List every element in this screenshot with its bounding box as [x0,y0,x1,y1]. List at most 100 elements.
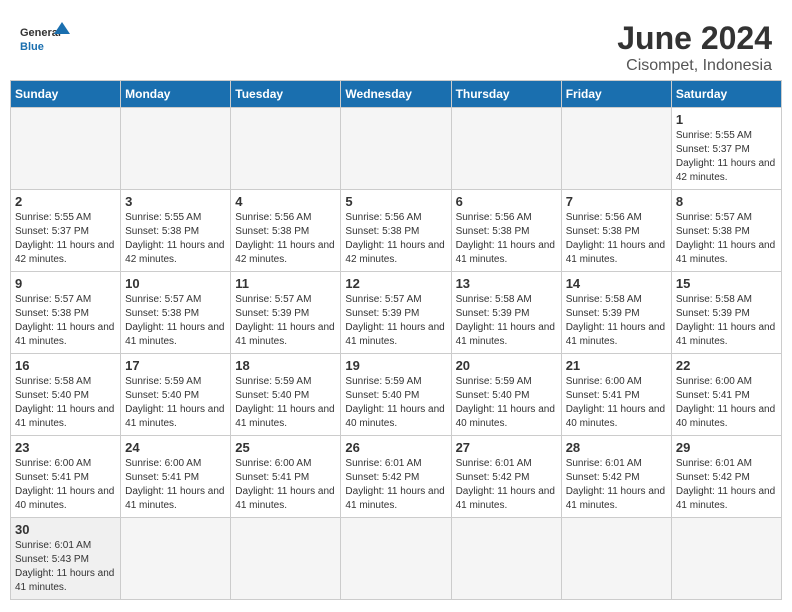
calendar-day-header: Wednesday [341,81,451,108]
day-info: Sunrise: 6:00 AM Sunset: 5:41 PM Dayligh… [566,375,667,431]
day-info: Sunrise: 6:01 AM Sunset: 5:42 PM Dayligh… [456,457,557,513]
day-info: Sunrise: 5:58 AM Sunset: 5:40 PM Dayligh… [15,375,116,431]
day-number: 24 [125,440,226,455]
day-number: 9 [15,276,116,291]
day-number: 11 [235,276,336,291]
day-number: 25 [235,440,336,455]
day-number: 29 [676,440,777,455]
day-info: Sunrise: 6:00 AM Sunset: 5:41 PM Dayligh… [125,457,226,513]
day-info: Sunrise: 6:00 AM Sunset: 5:41 PM Dayligh… [235,457,336,513]
day-number: 5 [345,194,446,209]
calendar-week-row: 30 Sunrise: 6:01 AM Sunset: 5:43 PM Dayli… [11,518,782,600]
calendar-day-cell [121,108,231,190]
calendar-day-cell: 13 Sunrise: 5:58 AM Sunset: 5:39 PM Dayli… [451,272,561,354]
title-area: June 2024 Cisompet, Indonesia [617,20,772,75]
calendar-day-cell: 8Sunrise: 5:57 AM Sunset: 5:38 PM Daylig… [671,190,781,272]
day-info: Sunrise: 5:59 AM Sunset: 5:40 PM Dayligh… [456,375,557,431]
day-number: 7 [566,194,667,209]
calendar-day-cell: 12Sunrise: 5:57 AM Sunset: 5:39 PM Dayli… [341,272,451,354]
calendar-day-cell [451,108,561,190]
calendar-day-cell [451,518,561,600]
day-info: Sunrise: 5:58 AM Sunset: 5:39 PM Dayligh… [676,293,777,349]
day-number: 22 [676,358,777,373]
day-number: 4 [235,194,336,209]
calendar-day-header: Friday [561,81,671,108]
day-info: Sunrise: 5:58 AM Sunset: 5:39 PM Dayligh… [456,293,557,349]
calendar-week-row: 2Sunrise: 5:55 AM Sunset: 5:37 PM Daylig… [11,190,782,272]
day-number: 3 [125,194,226,209]
day-info: Sunrise: 5:57 AM Sunset: 5:38 PM Dayligh… [15,293,116,349]
day-info: Sunrise: 5:59 AM Sunset: 5:40 PM Dayligh… [125,375,226,431]
calendar-day-header: Monday [121,81,231,108]
day-info: Sunrise: 5:57 AM Sunset: 5:38 PM Dayligh… [125,293,226,349]
calendar-day-cell [11,108,121,190]
calendar-day-header: Tuesday [231,81,341,108]
calendar-day-cell [121,518,231,600]
calendar-day-cell: 28Sunrise: 6:01 AM Sunset: 5:42 PM Dayli… [561,436,671,518]
day-number: 27 [456,440,557,455]
day-number: 21 [566,358,667,373]
calendar-day-cell: 2Sunrise: 5:55 AM Sunset: 5:37 PM Daylig… [11,190,121,272]
logo-svg: General Blue [20,20,70,60]
calendar-day-cell: 10Sunrise: 5:57 AM Sunset: 5:38 PM Dayli… [121,272,231,354]
day-number: 8 [676,194,777,209]
calendar-day-cell [561,108,671,190]
day-info: Sunrise: 6:01 AM Sunset: 5:42 PM Dayligh… [566,457,667,513]
day-info: Sunrise: 5:56 AM Sunset: 5:38 PM Dayligh… [235,211,336,267]
day-number: 18 [235,358,336,373]
calendar-day-cell: 29 Sunrise: 6:01 AM Sunset: 5:42 PM Dayli… [671,436,781,518]
calendar-day-cell: 11 Sunrise: 5:57 AM Sunset: 5:39 PM Dayli… [231,272,341,354]
day-info: Sunrise: 5:56 AM Sunset: 5:38 PM Dayligh… [456,211,557,267]
day-info: Sunrise: 5:55 AM Sunset: 5:37 PM Dayligh… [676,129,777,185]
day-number: 6 [456,194,557,209]
month-title: June 2024 [617,20,772,57]
calendar-day-cell: 30 Sunrise: 6:01 AM Sunset: 5:43 PM Dayli… [11,518,121,600]
calendar-day-cell [341,518,451,600]
calendar-day-cell [561,518,671,600]
calendar-day-cell: 16Sunrise: 5:58 AM Sunset: 5:40 PM Dayli… [11,354,121,436]
day-number: 1 [676,112,777,127]
calendar-day-cell: 22 Sunrise: 6:00 AM Sunset: 5:41 PM Dayli… [671,354,781,436]
day-info: Sunrise: 5:59 AM Sunset: 5:40 PM Dayligh… [345,375,446,431]
day-info: Sunrise: 5:58 AM Sunset: 5:39 PM Dayligh… [566,293,667,349]
day-number: 26 [345,440,446,455]
day-number: 17 [125,358,226,373]
day-number: 20 [456,358,557,373]
day-number: 30 [15,522,116,537]
day-info: Sunrise: 5:57 AM Sunset: 5:39 PM Dayligh… [235,293,336,349]
calendar-day-header: Saturday [671,81,781,108]
day-number: 13 [456,276,557,291]
svg-text:Blue: Blue [20,41,44,53]
calendar-day-header: Thursday [451,81,561,108]
calendar-week-row: 9 Sunrise: 5:57 AM Sunset: 5:38 PM Daylig… [11,272,782,354]
calendar-day-cell: 6 Sunrise: 5:56 AM Sunset: 5:38 PM Daylig… [451,190,561,272]
day-number: 2 [15,194,116,209]
calendar-day-cell: 15 Sunrise: 5:58 AM Sunset: 5:39 PM Dayli… [671,272,781,354]
logo: General Blue [20,20,70,60]
calendar-day-cell [231,108,341,190]
calendar-day-cell: 9 Sunrise: 5:57 AM Sunset: 5:38 PM Daylig… [11,272,121,354]
calendar-header-row: SundayMondayTuesdayWednesdayThursdayFrid… [11,81,782,108]
day-info: Sunrise: 5:55 AM Sunset: 5:38 PM Dayligh… [125,211,226,267]
calendar-day-cell: 25 Sunrise: 6:00 AM Sunset: 5:41 PM Dayli… [231,436,341,518]
day-info: Sunrise: 6:00 AM Sunset: 5:41 PM Dayligh… [676,375,777,431]
day-info: Sunrise: 6:01 AM Sunset: 5:42 PM Dayligh… [676,457,777,513]
calendar-day-cell: 3 Sunrise: 5:55 AM Sunset: 5:38 PM Daylig… [121,190,231,272]
day-number: 15 [676,276,777,291]
calendar-week-row: 16Sunrise: 5:58 AM Sunset: 5:40 PM Dayli… [11,354,782,436]
calendar-day-cell: 4 Sunrise: 5:56 AM Sunset: 5:38 PM Daylig… [231,190,341,272]
calendar-day-cell: 7Sunrise: 5:56 AM Sunset: 5:38 PM Daylig… [561,190,671,272]
calendar-day-cell: 18Sunrise: 5:59 AM Sunset: 5:40 PM Dayli… [231,354,341,436]
day-info: Sunrise: 5:56 AM Sunset: 5:38 PM Dayligh… [345,211,446,267]
day-info: Sunrise: 6:00 AM Sunset: 5:41 PM Dayligh… [15,457,116,513]
calendar-day-cell: 1 Sunrise: 5:55 AM Sunset: 5:37 PM Daylig… [671,108,781,190]
calendar-day-cell: 26Sunrise: 6:01 AM Sunset: 5:42 PM Dayli… [341,436,451,518]
day-number: 14 [566,276,667,291]
calendar-day-cell: 14 Sunrise: 5:58 AM Sunset: 5:39 PM Dayli… [561,272,671,354]
calendar-day-cell: 20 Sunrise: 5:59 AM Sunset: 5:40 PM Dayli… [451,354,561,436]
calendar-day-cell: 19Sunrise: 5:59 AM Sunset: 5:40 PM Dayli… [341,354,451,436]
day-info: Sunrise: 6:01 AM Sunset: 5:43 PM Dayligh… [15,539,116,595]
calendar-day-cell: 21 Sunrise: 6:00 AM Sunset: 5:41 PM Dayli… [561,354,671,436]
calendar-table: SundayMondayTuesdayWednesdayThursdayFrid… [10,80,782,600]
calendar-day-cell: 24 Sunrise: 6:00 AM Sunset: 5:41 PM Dayli… [121,436,231,518]
